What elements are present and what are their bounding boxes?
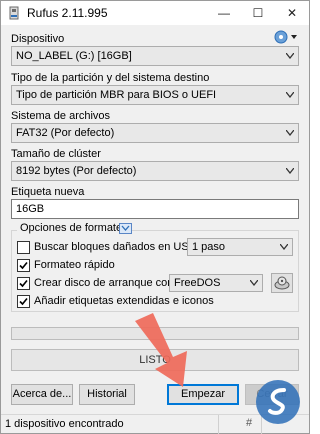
partition-select[interactable]: Tipo de partición MBR para BIOS o UEFI <box>11 85 299 105</box>
advanced-options-toggle[interactable] <box>119 223 132 234</box>
bad-blocks-passes-value: 1 paso <box>192 241 226 253</box>
usb-drive-icon <box>9 6 19 20</box>
device-label: Dispositivo <box>11 33 65 45</box>
cluster-value: 8192 bytes (Por defecto) <box>16 165 137 177</box>
volume-label-input[interactable]: 16GB <box>11 199 299 219</box>
filesystem-value: FAT32 (Por defecto) <box>16 127 115 139</box>
chevron-down-icon <box>280 244 288 250</box>
status-message: 1 dispositivo encontrado <box>5 418 124 430</box>
bad-blocks-label: Buscar bloques dañados en USB <box>34 241 197 253</box>
bootable-label: Crear disco de arranque con <box>34 277 174 289</box>
minimize-button[interactable]: — <box>207 1 241 25</box>
extended-labels-label: Añadir etiquetas extendidas e iconos <box>34 295 214 307</box>
status-divider <box>218 415 219 434</box>
bad-blocks-passes-select[interactable]: 1 paso <box>187 238 293 256</box>
chevron-down-icon <box>286 168 294 174</box>
filesystem-select[interactable]: FAT32 (Por defecto) <box>11 123 299 143</box>
chevron-down-icon <box>250 280 258 286</box>
format-options-title: Opciones de formateo <box>17 222 132 234</box>
hash-button[interactable]: # <box>246 417 252 429</box>
disc-drive-icon <box>274 276 290 290</box>
bad-blocks-checkbox[interactable] <box>17 241 30 254</box>
volume-label: Etiqueta nueva <box>11 186 85 198</box>
close-window-button[interactable]: ✕ <box>275 1 309 25</box>
extended-labels-checkbox[interactable] <box>17 295 30 308</box>
quick-format-checkbox[interactable] <box>17 259 30 272</box>
cluster-label: Tamaño de clúster <box>11 148 101 160</box>
partition-label: Tipo de la partición y del sistema desti… <box>11 72 210 84</box>
checkmark-icon <box>19 297 28 306</box>
about-button[interactable]: Acerca de... <box>11 384 73 405</box>
cluster-select[interactable]: 8192 bytes (Por defecto) <box>11 161 299 181</box>
device-select[interactable]: NO_LABEL (G:) [16GB] <box>11 46 299 66</box>
checkmark-icon <box>19 261 28 270</box>
partition-value: Tipo de partición MBR para BIOS o UEFI <box>16 89 217 101</box>
chevron-down-icon <box>286 130 294 136</box>
bootable-checkbox[interactable] <box>17 277 30 290</box>
log-button[interactable]: Historial <box>79 384 135 405</box>
boot-type-select[interactable]: FreeDOS <box>169 274 263 292</box>
select-image-button[interactable] <box>271 273 293 293</box>
pointer-arrow-icon <box>135 313 187 387</box>
checkmark-icon <box>19 279 28 288</box>
quick-format-label: Formateo rápido <box>34 259 115 271</box>
title-bar[interactable]: Rufus 2.11.995 — ☐ ✕ <box>1 1 309 25</box>
chevron-down-icon <box>286 92 294 98</box>
chevron-down-icon <box>286 53 294 59</box>
device-settings-icon[interactable] <box>273 29 299 45</box>
watermark-logo-icon <box>256 380 300 424</box>
chevron-down-icon <box>121 225 130 231</box>
volume-label-value: 16GB <box>16 203 45 215</box>
rufus-window: Rufus 2.11.995 — ☐ ✕ Dispositivo NO_LABE… <box>0 0 310 434</box>
maximize-button[interactable]: ☐ <box>241 1 275 25</box>
window-title: Rufus 2.11.995 <box>27 6 108 20</box>
device-value: NO_LABEL (G:) [16GB] <box>16 50 132 62</box>
boot-type-value: FreeDOS <box>174 277 221 289</box>
filesystem-label: Sistema de archivos <box>11 110 111 122</box>
